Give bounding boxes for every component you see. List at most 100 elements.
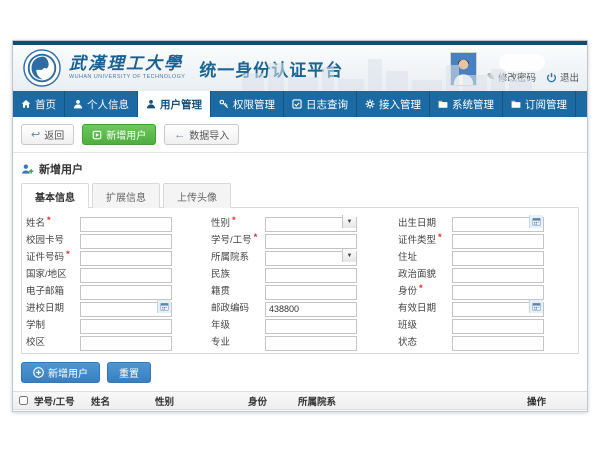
column-department: 所属院系 <box>298 394 527 408</box>
field-label: 校区 <box>26 334 45 348</box>
required-asterisk: * <box>438 232 442 246</box>
required-asterisk: * <box>254 232 258 246</box>
nav-permission-management[interactable]: 权限管理 <box>211 91 284 117</box>
field-address: 住址 <box>394 248 580 263</box>
basic-info-form: 姓名* 性别* ▼ 出生日期 校园卡号 学号/工号* 证件类型* <box>21 207 579 354</box>
tab-basic-info[interactable]: 基本信息 <box>21 183 89 208</box>
data-import-button[interactable]: ← 数据导入 <box>164 124 239 145</box>
calendar-icon[interactable] <box>529 300 543 313</box>
ethnicity-input[interactable] <box>265 268 357 283</box>
field-label: 住址 <box>398 249 417 263</box>
profile-icon <box>73 99 83 109</box>
field-label: 民族 <box>211 266 230 280</box>
logout-link[interactable]: 退出 <box>546 70 579 84</box>
country-region-input[interactable] <box>80 268 172 283</box>
nav-profile[interactable]: 个人信息 <box>65 91 138 117</box>
users-icon <box>146 99 156 109</box>
field-id-type: 证件类型* <box>394 231 580 246</box>
major-input[interactable] <box>265 336 357 351</box>
field-label: 电子邮箱 <box>26 283 64 297</box>
field-label: 专业 <box>211 334 230 348</box>
column-name: 姓名 <box>91 394 155 408</box>
field-label: 政治面貌 <box>398 266 436 280</box>
status-input[interactable] <box>452 336 544 351</box>
nav-label: 个人信息 <box>87 97 129 112</box>
required-asterisk: * <box>232 215 236 229</box>
campus-input[interactable] <box>80 336 172 351</box>
subscribe-icon <box>511 99 521 109</box>
nav-label: 订阅管理 <box>525 97 567 112</box>
student-id-input[interactable] <box>265 234 357 249</box>
nav-label: 首页 <box>35 97 56 112</box>
form-tabs: 基本信息 扩展信息 上传头像 <box>13 183 587 207</box>
dropdown-arrow-icon[interactable]: ▼ <box>342 249 356 262</box>
system-icon <box>438 99 448 109</box>
education-length-input[interactable] <box>80 319 172 334</box>
political-status-input[interactable] <box>452 268 544 283</box>
toolbar: ↩ 返回 新增用户 ← 数据导入 <box>13 117 587 153</box>
field-label: 邮政编码 <box>211 300 249 314</box>
main-nav: 首页 个人信息 用户管理 权限管理 日志查询 接入管理 系统管理 订阅管理 <box>13 91 587 117</box>
postal-code-input[interactable] <box>265 302 357 317</box>
key-icon <box>219 99 229 109</box>
grade-input[interactable] <box>265 319 357 334</box>
tab-upload-avatar[interactable]: 上传头像 <box>163 183 231 208</box>
field-campus: 校区 <box>22 333 207 348</box>
field-label: 有效日期 <box>398 300 436 314</box>
nav-log-query[interactable]: 日志查询 <box>284 91 357 117</box>
tab-extended-info[interactable]: 扩展信息 <box>92 183 160 208</box>
field-email: 电子邮箱 <box>22 282 207 297</box>
field-label: 状态 <box>398 334 417 348</box>
class-input[interactable] <box>452 319 544 334</box>
address-input[interactable] <box>452 251 544 266</box>
data-import-label: 数据导入 <box>189 127 229 142</box>
field-label: 姓名 <box>26 215 45 229</box>
nav-system-management[interactable]: 系统管理 <box>430 91 503 117</box>
header-decoration <box>499 54 545 71</box>
nav-access-management[interactable]: 接入管理 <box>357 91 430 117</box>
column-operations: 操作 <box>527 394 587 408</box>
import-arrow-icon: ← <box>174 129 185 141</box>
form-actions: 新增用户 重置 <box>21 362 579 383</box>
nav-user-management[interactable]: 用户管理 <box>138 91 211 117</box>
email-input[interactable] <box>80 285 172 300</box>
new-user-icon <box>21 163 34 176</box>
field-label: 所属院系 <box>211 249 249 263</box>
select-all-checkbox[interactable] <box>19 396 28 405</box>
native-place-input[interactable] <box>265 285 357 300</box>
university-titles: 武漢理工大學 WUHAN UNIVERSITY OF TECHNOLOGY <box>69 56 185 80</box>
field-label: 证件类型 <box>398 232 436 246</box>
add-user-toolbar-button[interactable]: 新增用户 <box>82 124 156 145</box>
university-name-en: WUHAN UNIVERSITY OF TECHNOLOGY <box>69 74 185 80</box>
nav-label: 日志查询 <box>306 97 348 112</box>
nav-home[interactable]: 首页 <box>13 91 65 117</box>
submit-label: 新增用户 <box>48 365 88 380</box>
field-class: 班级 <box>394 316 580 331</box>
back-arrow-icon: ↩ <box>31 128 40 141</box>
nav-label: 接入管理 <box>379 97 421 112</box>
field-gender: 性别* ▼ <box>207 214 394 229</box>
nav-label: 权限管理 <box>233 97 275 112</box>
id-type-input[interactable] <box>452 234 544 249</box>
dropdown-arrow-icon[interactable]: ▼ <box>342 215 356 228</box>
field-label: 进校日期 <box>26 300 64 314</box>
nav-subscription-management[interactable]: 订阅管理 <box>503 91 576 117</box>
home-icon <box>21 99 31 109</box>
column-identity: 身份 <box>248 394 298 408</box>
power-icon <box>546 72 557 83</box>
id-number-input[interactable] <box>80 251 172 266</box>
calendar-icon[interactable] <box>529 215 543 228</box>
reset-button[interactable]: 重置 <box>107 362 151 383</box>
calendar-icon[interactable] <box>157 300 171 313</box>
field-name: 姓名* <box>22 214 207 229</box>
campus-card-input[interactable] <box>80 234 172 249</box>
plus-circle-icon <box>33 367 44 378</box>
user-table: 学号/工号 姓名 性别 身份 所属院系 操作 <box>13 391 587 412</box>
name-input[interactable] <box>80 217 172 232</box>
identity-input[interactable] <box>452 285 544 300</box>
submit-add-user-button[interactable]: 新增用户 <box>21 362 100 383</box>
field-grade: 年级 <box>207 316 394 331</box>
back-button[interactable]: ↩ 返回 <box>21 124 74 145</box>
section-title: 新增用户 <box>21 161 579 177</box>
required-asterisk: * <box>47 215 51 229</box>
